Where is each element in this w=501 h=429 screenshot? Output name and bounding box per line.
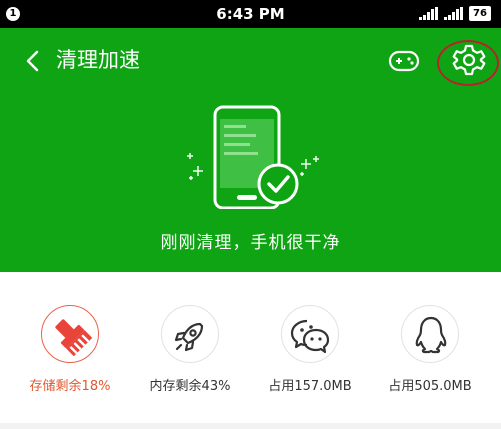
cleanup-status-message: 刚刚清理，手机很干净 xyxy=(160,233,341,253)
broom-icon xyxy=(55,319,93,357)
wechat-cleanup-item[interactable]: 占用157.0MB xyxy=(250,305,370,405)
rocket-icon xyxy=(174,322,204,352)
bottom-divider xyxy=(0,423,501,429)
cleanup-hero: 清理加速 刚刚清理，手机很干净 xyxy=(0,28,501,272)
storage-remaining-label: 存储剩余18% xyxy=(29,379,111,394)
qq-usage-label: 占用505.0MB xyxy=(388,379,472,394)
memory-boost-item[interactable]: 内存剩余43% xyxy=(130,305,250,405)
quick-tools-panel: 存储剩余18% 内存剩余43% 占用157.0MB 占用505.0MB xyxy=(0,272,501,429)
tool-icon-circle xyxy=(281,305,339,363)
gamepad-icon[interactable] xyxy=(388,48,420,74)
wechat-icon xyxy=(290,319,330,354)
tool-icon-circle xyxy=(41,305,99,363)
battery-indicator: 76 xyxy=(469,6,491,21)
tool-icon-circle xyxy=(161,305,219,363)
qq-cleanup-item[interactable]: 占用505.0MB xyxy=(370,305,490,405)
signal-strength-icon xyxy=(419,7,438,20)
signal-strength-icon xyxy=(444,7,463,20)
chevron-left-icon[interactable] xyxy=(22,50,44,72)
status-bar: 1 6:43 PM 76 xyxy=(0,0,501,28)
memory-remaining-label: 内存剩余43% xyxy=(149,379,231,394)
wechat-usage-label: 占用157.0MB xyxy=(268,379,352,394)
qq-penguin-icon xyxy=(415,316,447,354)
tool-icon-circle xyxy=(401,305,459,363)
phone-checkmark-icon xyxy=(187,105,319,209)
storage-cleanup-item[interactable]: 存储剩余18% xyxy=(10,305,130,405)
page-title: 清理加速 xyxy=(56,48,140,72)
settings-highlight-ring xyxy=(437,40,499,86)
